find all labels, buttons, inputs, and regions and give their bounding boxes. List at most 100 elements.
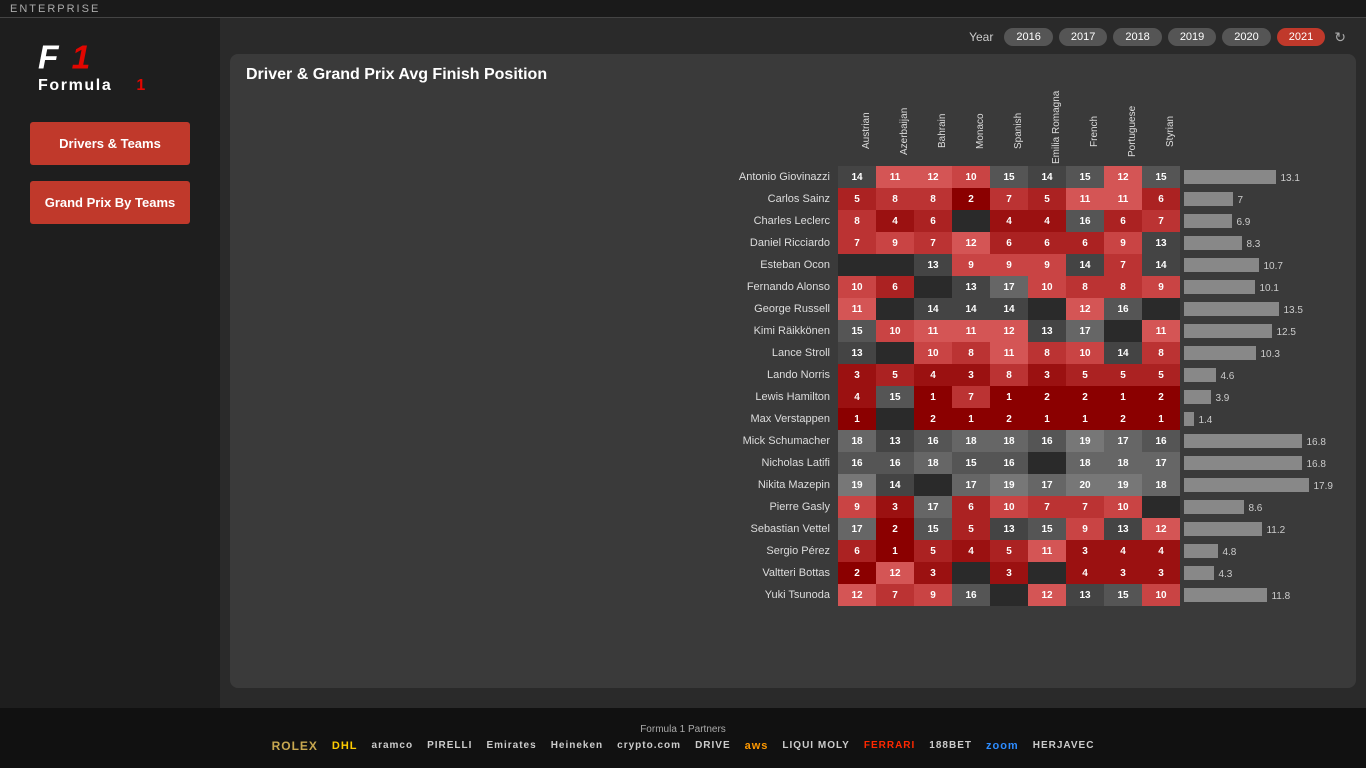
driver-name-5: Fernando Alonso <box>246 276 838 298</box>
cell-r8-c3: 8 <box>952 342 990 364</box>
cell-r17-c5: 11 <box>1028 540 1066 562</box>
avg-bar-cell-18: 4.3 <box>1180 562 1340 584</box>
cell-r7-c5: 13 <box>1028 320 1066 342</box>
header-title: ENTERPRISE <box>10 3 100 15</box>
cell-r6-c1 <box>876 298 914 320</box>
avg-bar-cell-9: 4.6 <box>1180 364 1340 386</box>
cell-r15-c4: 10 <box>990 496 1028 518</box>
cell-r15-c7: 10 <box>1104 496 1142 518</box>
cell-r0-c2: 12 <box>914 166 952 188</box>
refresh-icon[interactable]: ↻ <box>1334 29 1346 46</box>
cell-r3-c8: 13 <box>1142 232 1180 254</box>
188bet-logo: 188BET <box>929 740 972 751</box>
cell-r0-c4: 15 <box>990 166 1028 188</box>
cell-r10-c1: 15 <box>876 386 914 408</box>
cell-r7-c1: 10 <box>876 320 914 342</box>
grand-prix-teams-button[interactable]: Grand Prix By Teams <box>30 181 190 224</box>
table-row: Antonio Giovinazzi141112101514151215 13.… <box>246 166 1340 188</box>
crypto-logo: crypto.com <box>617 740 681 751</box>
cell-r11-c8: 1 <box>1142 408 1180 430</box>
cell-r4-c3: 9 <box>952 254 990 276</box>
cell-r17-c0: 6 <box>838 540 876 562</box>
cell-r8-c5: 8 <box>1028 342 1066 364</box>
avg-value-16: 11.2 <box>1266 525 1285 536</box>
driver-name-header <box>246 96 838 166</box>
year-label: Year <box>969 30 993 44</box>
cell-r18-c2: 3 <box>914 562 952 584</box>
cell-r4-c8: 14 <box>1142 254 1180 276</box>
aramco-logo: aramco <box>372 740 414 751</box>
table-row: Sergio Pérez6154511344 4.8 <box>246 540 1340 562</box>
avg-value-11: 1.4 <box>1198 415 1212 426</box>
cell-r9-c0: 3 <box>838 364 876 386</box>
avg-bar-cell-6: 13.5 <box>1180 298 1340 320</box>
cell-r5-c4: 17 <box>990 276 1028 298</box>
cell-r12-c3: 18 <box>952 430 990 452</box>
driver-name-19: Yuki Tsunoda <box>246 584 838 606</box>
cell-r12-c0: 18 <box>838 430 876 452</box>
cell-r13-c1: 16 <box>876 452 914 474</box>
cell-r14-c3: 17 <box>952 474 990 496</box>
cell-r2-c7: 6 <box>1104 210 1142 232</box>
chart-title: Driver & Grand Prix Avg Finish Position <box>246 66 1340 84</box>
table-row: Nikita Mazepin1914171917201918 17.9 <box>246 474 1340 496</box>
avg-bar-3 <box>1184 236 1242 250</box>
cell-r7-c8: 11 <box>1142 320 1180 342</box>
avg-bar-cell-7: 12.5 <box>1180 320 1340 342</box>
cell-r16-c0: 17 <box>838 518 876 540</box>
avg-bar-11 <box>1184 412 1194 426</box>
avg-bar-cell-2: 6.9 <box>1180 210 1340 232</box>
avg-bar-15 <box>1184 500 1244 514</box>
cell-r12-c6: 19 <box>1066 430 1104 452</box>
avg-value-15: 8.6 <box>1248 503 1262 514</box>
avg-bar-cell-5: 10.1 <box>1180 276 1340 298</box>
cell-r12-c8: 16 <box>1142 430 1180 452</box>
main-content: Year 2016 2017 2018 2019 2020 2021 ↻ Dri… <box>220 18 1366 708</box>
avg-bar-cell-11: 1.4 <box>1180 408 1340 430</box>
avg-bar-cell-1: 7 <box>1180 188 1340 210</box>
table-row: Lewis Hamilton4151712212 3.9 <box>246 386 1340 408</box>
cell-r16-c6: 9 <box>1066 518 1104 540</box>
year-2020[interactable]: 2020 <box>1222 28 1270 46</box>
cell-r15-c6: 7 <box>1066 496 1104 518</box>
drivers-teams-button[interactable]: Drivers & Teams <box>30 122 190 165</box>
avg-bar-9 <box>1184 368 1216 382</box>
cell-r4-c1 <box>876 254 914 276</box>
avg-bar-17 <box>1184 544 1218 558</box>
year-2018[interactable]: 2018 <box>1113 28 1161 46</box>
cell-r10-c2: 1 <box>914 386 952 408</box>
cell-r9-c2: 4 <box>914 364 952 386</box>
cell-r17-c7: 4 <box>1104 540 1142 562</box>
year-2016[interactable]: 2016 <box>1004 28 1052 46</box>
cell-r6-c5 <box>1028 298 1066 320</box>
cell-r7-c0: 15 <box>838 320 876 342</box>
cell-r13-c3: 15 <box>952 452 990 474</box>
cell-r13-c6: 18 <box>1066 452 1104 474</box>
avg-value-2: 6.9 <box>1236 217 1250 228</box>
avg-bar-5 <box>1184 280 1255 294</box>
cell-r15-c3: 6 <box>952 496 990 518</box>
avg-value-10: 3.9 <box>1215 393 1229 404</box>
cell-r4-c4: 9 <box>990 254 1028 276</box>
cell-r2-c2: 6 <box>914 210 952 232</box>
cell-r2-c1: 4 <box>876 210 914 232</box>
cell-r3-c4: 6 <box>990 232 1028 254</box>
avg-bar-cell-12: 16.8 <box>1180 430 1340 452</box>
cell-r3-c1: 9 <box>876 232 914 254</box>
table-row: Kimi Räikkönen1510111112131711 12.5 <box>246 320 1340 342</box>
cell-r17-c2: 5 <box>914 540 952 562</box>
cell-r18-c1: 12 <box>876 562 914 584</box>
cell-r10-c8: 2 <box>1142 386 1180 408</box>
cell-r5-c6: 8 <box>1066 276 1104 298</box>
svg-text:1: 1 <box>136 77 145 94</box>
f1-logo: F 1 Formula 1 <box>30 38 190 102</box>
cell-r19-c6: 13 <box>1066 584 1104 606</box>
table-row: Fernando Alonso106131710889 10.1 <box>246 276 1340 298</box>
svg-text:F: F <box>38 39 60 76</box>
year-2019[interactable]: 2019 <box>1168 28 1216 46</box>
avg-bar-cell-19: 11.8 <box>1180 584 1340 606</box>
cell-r0-c8: 15 <box>1142 166 1180 188</box>
year-2021[interactable]: 2021 <box>1277 28 1325 46</box>
driver-name-4: Esteban Ocon <box>246 254 838 276</box>
year-2017[interactable]: 2017 <box>1059 28 1107 46</box>
